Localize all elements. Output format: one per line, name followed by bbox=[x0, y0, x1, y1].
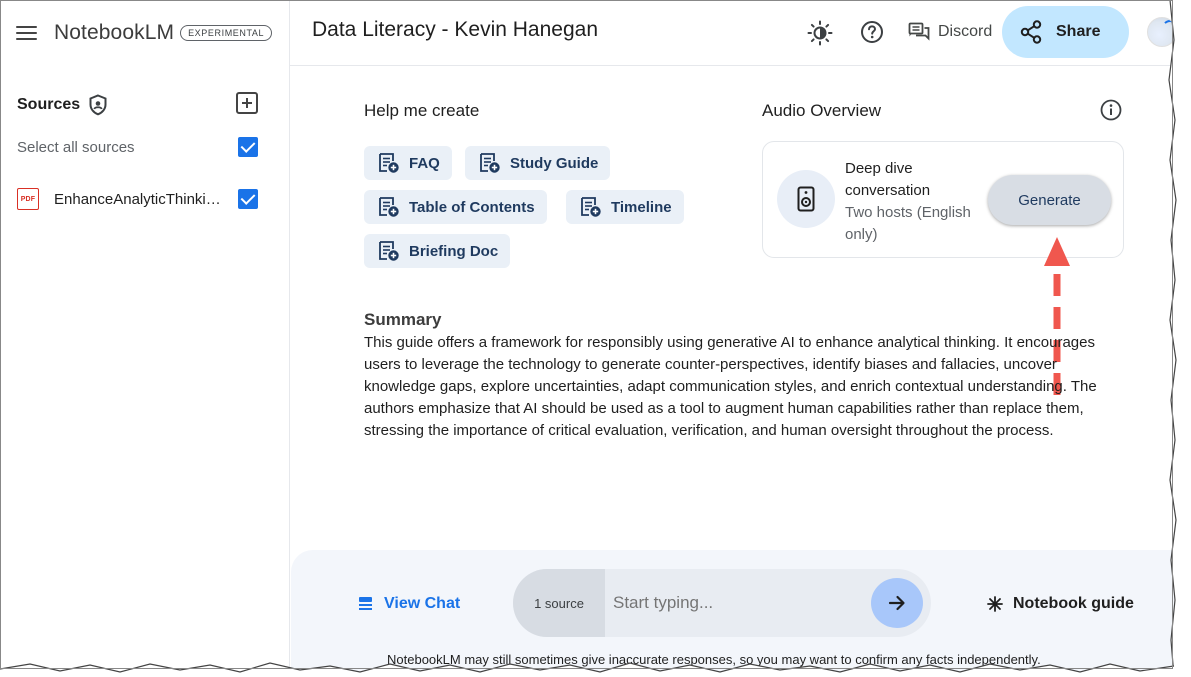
brightness-icon[interactable] bbox=[807, 20, 833, 46]
chat-bubble-icon bbox=[908, 22, 930, 41]
summary-title: Summary bbox=[364, 310, 442, 329]
disclaimer-text: NotebookLM may still sometimes give inac… bbox=[387, 652, 1041, 667]
chip-label: Timeline bbox=[611, 198, 672, 216]
app-name: NotebookLM bbox=[54, 21, 175, 44]
select-all-row[interactable]: Select all sources bbox=[17, 136, 262, 158]
doc-add-icon bbox=[379, 197, 399, 217]
share-button[interactable]: Share bbox=[1002, 6, 1129, 58]
help-me-create-title: Help me create bbox=[364, 101, 480, 120]
chip-faq[interactable]: FAQ bbox=[364, 146, 452, 180]
shield-icon bbox=[89, 94, 107, 116]
share-icon bbox=[1020, 20, 1042, 44]
asterisk-icon bbox=[987, 596, 1003, 612]
view-chat-label: View Chat bbox=[384, 595, 461, 612]
avatar[interactable] bbox=[1147, 17, 1177, 47]
doc-add-icon bbox=[480, 153, 500, 173]
audio-overview-title: Audio Overview bbox=[762, 101, 882, 120]
doc-add-icon bbox=[379, 241, 399, 261]
audio-card-subtitle: Two hosts (English only) bbox=[845, 204, 971, 243]
doc-add-icon bbox=[379, 153, 399, 173]
chip-briefing-doc[interactable]: Briefing Doc bbox=[364, 234, 511, 268]
arrow-right-icon bbox=[888, 595, 905, 611]
audio-overview-card: Deep dive conversation Two hosts (Englis… bbox=[762, 141, 1124, 258]
send-button[interactable] bbox=[871, 578, 923, 628]
chip-label: Study Guide bbox=[510, 154, 599, 172]
top-bar: Data Literacy - Kevin Hanegan Discord Sh… bbox=[290, 0, 1191, 66]
sources-title: Sources bbox=[17, 96, 81, 113]
brand-header: NotebookLM EXPERIMENTAL bbox=[0, 0, 290, 66]
chat-input-wrapper: 1 source bbox=[513, 569, 931, 637]
chat-bar: View Chat 1 source Notebook guide Notebo… bbox=[291, 550, 1191, 677]
view-chat-button[interactable]: View Chat bbox=[358, 592, 460, 616]
doc-add-icon bbox=[581, 197, 601, 217]
info-icon[interactable] bbox=[1100, 99, 1122, 121]
notebook-guide-button[interactable]: Notebook guide bbox=[987, 592, 1134, 616]
help-icon[interactable] bbox=[860, 20, 884, 44]
chip-label: Briefing Doc bbox=[409, 242, 499, 260]
chip-label: Table of Contents bbox=[409, 198, 535, 216]
sources-header: Sources bbox=[17, 92, 262, 118]
source-item[interactable]: PDF EnhanceAnalyticThinkingWithGenAI.pdf bbox=[17, 187, 262, 211]
speaker-icon bbox=[797, 186, 815, 212]
select-all-checkbox[interactable] bbox=[238, 137, 258, 157]
notebook-title[interactable]: Data Literacy - Kevin Hanegan bbox=[312, 18, 598, 42]
chip-table-of-contents[interactable]: Table of Contents bbox=[364, 190, 547, 224]
source-checkbox[interactable] bbox=[238, 189, 258, 209]
select-all-label: Select all sources bbox=[17, 138, 135, 156]
chip-study-guide[interactable]: Study Guide bbox=[465, 146, 611, 180]
experimental-badge: EXPERIMENTAL bbox=[180, 25, 273, 41]
chip-label: FAQ bbox=[409, 154, 440, 172]
add-source-icon[interactable] bbox=[236, 92, 258, 114]
source-name: EnhanceAnalyticThinkingWithGenAI.pdf bbox=[54, 190, 226, 208]
chat-list-icon bbox=[359, 597, 372, 610]
share-label: Share bbox=[1056, 23, 1101, 40]
notebook-guide-label: Notebook guide bbox=[1013, 595, 1134, 612]
audio-card-text: Deep dive conversation Two hosts (Englis… bbox=[845, 158, 985, 246]
generate-button[interactable]: Generate bbox=[988, 175, 1111, 225]
discord-label: Discord bbox=[938, 23, 993, 40]
pdf-icon: PDF bbox=[17, 188, 39, 210]
speaker-icon-wrap bbox=[777, 170, 835, 228]
audio-card-title: Deep dive conversation bbox=[845, 160, 931, 199]
hamburger-icon[interactable] bbox=[16, 21, 40, 45]
discord-link[interactable]: Discord bbox=[908, 20, 992, 44]
summary-text: This guide offers a framework for respon… bbox=[364, 334, 1097, 439]
source-count-badge[interactable]: 1 source bbox=[513, 569, 605, 637]
sidebar: NotebookLM EXPERIMENTAL Sources Select a… bbox=[0, 0, 290, 677]
chip-timeline[interactable]: Timeline bbox=[566, 190, 684, 224]
